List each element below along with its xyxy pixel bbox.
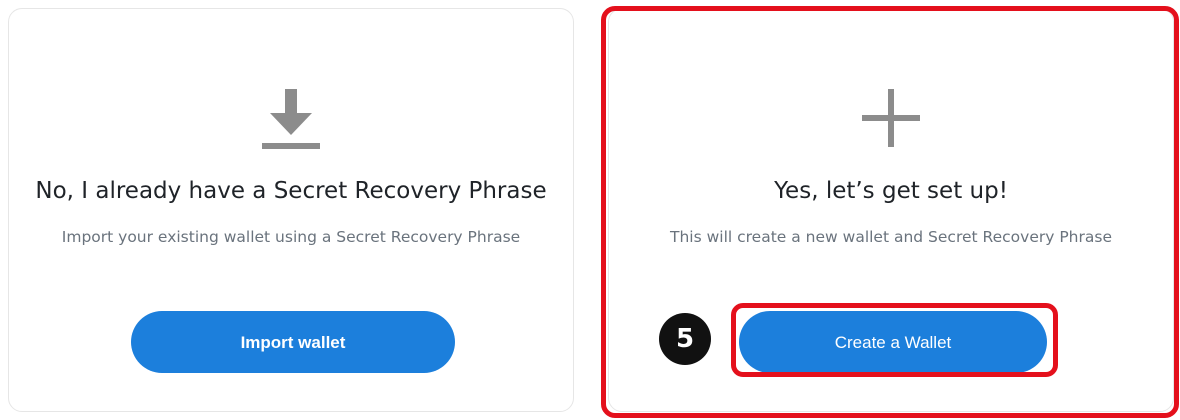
plus-icon [856, 79, 926, 159]
create-wallet-button[interactable]: Create a Wallet [739, 311, 1047, 373]
import-wallet-card: No, I already have a Secret Recovery Phr… [8, 8, 574, 412]
onboarding-options: No, I already have a Secret Recovery Phr… [0, 0, 1180, 420]
import-card-subtitle: Import your existing wallet using a Secr… [61, 228, 521, 246]
download-icon [256, 79, 326, 159]
step-number-badge: 5 [659, 313, 711, 365]
create-card-subtitle: This will create a new wallet and Secret… [670, 228, 1112, 246]
create-card-title: Yes, let’s get set up! [774, 178, 1008, 204]
import-card-title: No, I already have a Secret Recovery Phr… [35, 178, 547, 204]
import-wallet-button[interactable]: Import wallet [131, 311, 455, 373]
